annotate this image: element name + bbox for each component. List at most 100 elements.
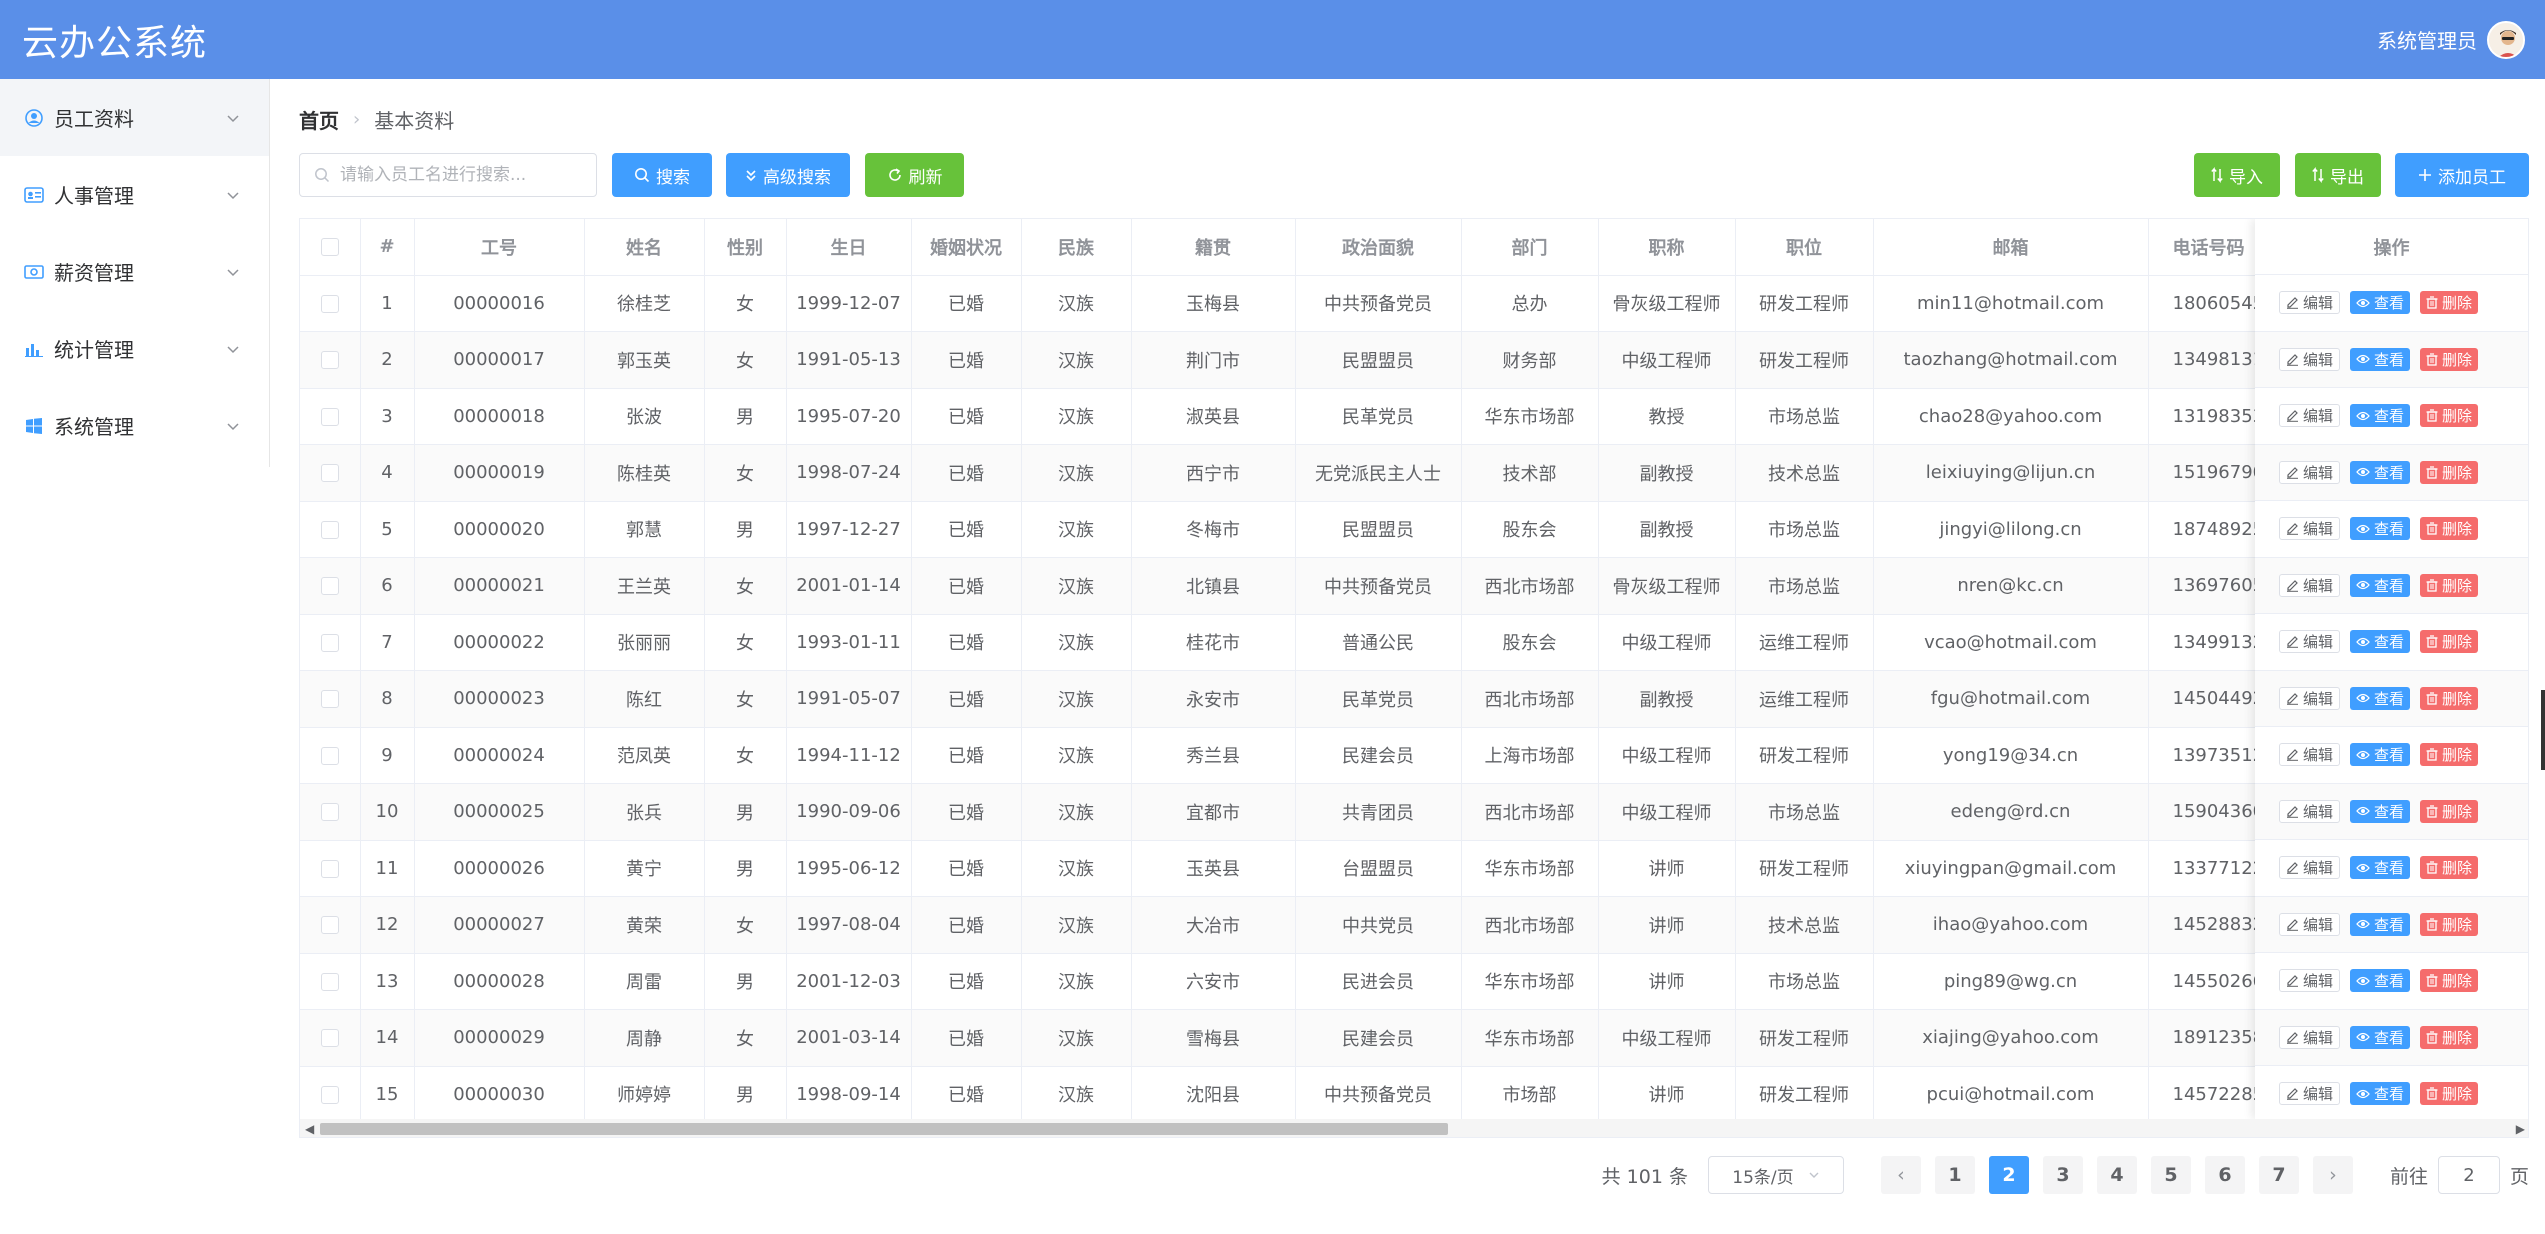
edit-button[interactable]: 编辑 bbox=[2279, 291, 2341, 315]
row-checkbox[interactable] bbox=[320, 1029, 339, 1048]
edit-button[interactable]: 编辑 bbox=[2279, 686, 2341, 710]
edit-button[interactable]: 编辑 bbox=[2279, 969, 2341, 993]
delete-button[interactable]: 删除 bbox=[2420, 291, 2479, 315]
table-row[interactable]: 12 00000027 黄荣女 1997-08-04 已婚 汉族 大冶市 中共党员 西北市场部讲… bbox=[300, 896, 2449, 954]
row-checkbox[interactable] bbox=[320, 577, 339, 596]
search-box[interactable] bbox=[299, 153, 597, 197]
row-checkbox-cell[interactable] bbox=[300, 444, 361, 502]
page-number-button[interactable]: 5 bbox=[2150, 1156, 2191, 1194]
view-button[interactable]: 查看 bbox=[2350, 856, 2411, 880]
row-checkbox-cell[interactable] bbox=[300, 953, 361, 1010]
row-checkbox-cell[interactable] bbox=[300, 557, 361, 615]
search-input[interactable] bbox=[340, 165, 580, 185]
table-row[interactable]: 13 00000028 周雷男 2001-12-03 已婚 汉族 六安市 民进会员 华东市场部讲… bbox=[300, 953, 2449, 1010]
page-size-select[interactable]: 15条/页 bbox=[1707, 1156, 1844, 1194]
row-checkbox-cell[interactable] bbox=[300, 275, 361, 332]
view-button[interactable]: 查看 bbox=[2350, 912, 2411, 936]
row-checkbox[interactable] bbox=[320, 916, 339, 935]
delete-button[interactable]: 删除 bbox=[2420, 856, 2479, 880]
view-button[interactable]: 查看 bbox=[2350, 630, 2411, 654]
table-row[interactable]: 7 00000022 张丽丽女 1993-01-11 已婚 汉族 桂花市 普通公民 股东会 中级工… bbox=[300, 614, 2449, 671]
edit-button[interactable]: 编辑 bbox=[2279, 630, 2341, 654]
edit-button[interactable]: 编辑 bbox=[2279, 1082, 2341, 1106]
edit-button[interactable]: 编辑 bbox=[2279, 912, 2341, 936]
row-checkbox-cell[interactable] bbox=[300, 840, 361, 897]
row-checkbox[interactable] bbox=[320, 294, 339, 313]
row-checkbox-cell[interactable] bbox=[300, 783, 361, 841]
delete-button[interactable]: 删除 bbox=[2420, 799, 2479, 823]
row-checkbox[interactable] bbox=[320, 972, 339, 991]
row-checkbox-cell[interactable] bbox=[300, 388, 361, 445]
user-menu[interactable]: 系统管理员 bbox=[2377, 20, 2525, 59]
search-button[interactable]: 搜索 bbox=[612, 153, 712, 197]
view-button[interactable]: 查看 bbox=[2350, 969, 2411, 993]
table-row[interactable]: 9 00000024 范凤英女 1994-11-12 已婚 汉族 秀兰县 民建会员 上海市场部中… bbox=[300, 727, 2449, 784]
goto-page-input[interactable] bbox=[2437, 1156, 2500, 1194]
sidebar-item-system[interactable]: 系统管理 bbox=[0, 387, 269, 464]
scroll-right-icon[interactable]: ▶ bbox=[2516, 1122, 2525, 1136]
edit-button[interactable]: 编辑 bbox=[2279, 517, 2341, 541]
edit-button[interactable]: 编辑 bbox=[2279, 347, 2341, 371]
row-checkbox[interactable] bbox=[320, 407, 339, 426]
delete-button[interactable]: 删除 bbox=[2420, 1082, 2479, 1106]
delete-button[interactable]: 删除 bbox=[2420, 404, 2479, 428]
row-checkbox[interactable] bbox=[320, 859, 339, 878]
avatar[interactable] bbox=[2487, 20, 2525, 59]
view-button[interactable]: 查看 bbox=[2350, 404, 2411, 428]
row-checkbox[interactable] bbox=[320, 351, 339, 370]
row-checkbox-cell[interactable] bbox=[300, 670, 361, 728]
edit-button[interactable]: 编辑 bbox=[2279, 460, 2341, 484]
sidebar-item-salary[interactable]: 薪资管理 bbox=[0, 233, 269, 310]
window-scroll-indicator[interactable] bbox=[2541, 690, 2545, 770]
table-row[interactable]: 15 00000030 师婷婷男 1998-09-14 已婚 汉族 沈阳县 中共预备党员 市场部… bbox=[300, 1066, 2449, 1123]
refresh-button[interactable]: 刷新 bbox=[865, 153, 964, 197]
table-row[interactable]: 2 00000017 郭玉英女 1991-05-13 已婚 汉族 荆门市 民盟盟员 财务部 中级工… bbox=[300, 331, 2449, 389]
breadcrumb-home[interactable]: 首页 bbox=[299, 105, 339, 134]
view-button[interactable]: 查看 bbox=[2350, 573, 2411, 597]
table-row[interactable]: 14 00000029 周静女 2001-03-14 已婚 汉族 雪梅县 民建会员 华东市场部中… bbox=[300, 1009, 2449, 1067]
view-button[interactable]: 查看 bbox=[2350, 799, 2411, 823]
scrollbar-thumb[interactable] bbox=[320, 1123, 1448, 1135]
prev-page-button[interactable]: ‹ bbox=[1880, 1156, 1921, 1194]
delete-button[interactable]: 删除 bbox=[2420, 460, 2479, 484]
edit-button[interactable]: 编辑 bbox=[2279, 856, 2341, 880]
row-checkbox[interactable] bbox=[320, 746, 339, 765]
view-button[interactable]: 查看 bbox=[2350, 686, 2411, 710]
view-button[interactable]: 查看 bbox=[2350, 291, 2411, 315]
table-row[interactable]: 3 00000018 张波男 1995-07-20 已婚 汉族 淑英县 民革党员 华东市场部 教授… bbox=[300, 388, 2449, 445]
user-name[interactable]: 系统管理员 bbox=[2377, 25, 2477, 54]
view-button[interactable]: 查看 bbox=[2350, 743, 2411, 767]
table-row[interactable]: 8 00000023 陈红女 1991-05-07 已婚 汉族 永安市 民革党员 西北市场部 副教… bbox=[300, 670, 2449, 728]
edit-button[interactable]: 编辑 bbox=[2279, 743, 2341, 767]
delete-button[interactable]: 删除 bbox=[2420, 347, 2479, 371]
page-number-button[interactable]: 4 bbox=[2096, 1156, 2137, 1194]
edit-button[interactable]: 编辑 bbox=[2279, 573, 2341, 597]
delete-button[interactable]: 删除 bbox=[2420, 573, 2479, 597]
delete-button[interactable]: 删除 bbox=[2420, 912, 2479, 936]
delete-button[interactable]: 删除 bbox=[2420, 686, 2479, 710]
export-button[interactable]: 导出 bbox=[2295, 153, 2381, 197]
view-button[interactable]: 查看 bbox=[2350, 1082, 2411, 1106]
table-row[interactable]: 5 00000020 郭慧男 1997-12-27 已婚 汉族 冬梅市 民盟盟员 股东会 副教授市… bbox=[300, 501, 2449, 558]
delete-button[interactable]: 删除 bbox=[2420, 517, 2479, 541]
table-row[interactable]: 11 00000026 黄宁男 1995-06-12 已婚 汉族 玉英县 台盟盟员 华东市场部讲… bbox=[300, 840, 2449, 897]
row-checkbox-cell[interactable] bbox=[300, 727, 361, 784]
row-checkbox-cell[interactable] bbox=[300, 501, 361, 558]
row-checkbox-cell[interactable] bbox=[300, 614, 361, 671]
delete-button[interactable]: 删除 bbox=[2420, 743, 2479, 767]
advanced-search-button[interactable]: 高级搜索 bbox=[726, 153, 850, 197]
table-row[interactable]: 1 00000016 徐桂芝女 1999-12-07 已婚 汉族 玉梅县 中共预备党员 总办 骨灰… bbox=[300, 275, 2449, 332]
page-number-button[interactable]: 6 bbox=[2204, 1156, 2245, 1194]
page-number-button[interactable]: 7 bbox=[2258, 1156, 2299, 1194]
delete-button[interactable]: 删除 bbox=[2420, 630, 2479, 654]
table-row[interactable]: 6 00000021 王兰英女 2001-01-14 已婚 汉族 北镇县 中共预备党员 西北市场… bbox=[300, 557, 2449, 615]
edit-button[interactable]: 编辑 bbox=[2279, 799, 2341, 823]
scroll-left-icon[interactable]: ◀ bbox=[305, 1122, 314, 1136]
row-checkbox-cell[interactable] bbox=[300, 1066, 361, 1123]
row-checkbox[interactable] bbox=[320, 690, 339, 709]
row-checkbox[interactable] bbox=[320, 464, 339, 483]
next-page-button[interactable]: › bbox=[2312, 1156, 2353, 1194]
sidebar-item-statistics[interactable]: 统计管理 bbox=[0, 310, 269, 387]
view-button[interactable]: 查看 bbox=[2350, 460, 2411, 484]
row-checkbox[interactable] bbox=[320, 633, 339, 652]
